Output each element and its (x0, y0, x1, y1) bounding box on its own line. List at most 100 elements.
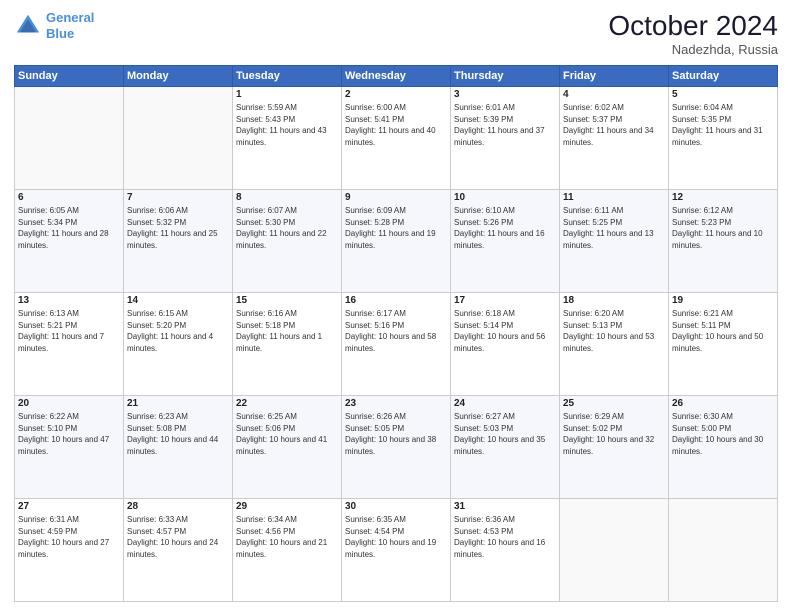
day-number: 7 (127, 192, 229, 203)
day-number: 10 (454, 192, 556, 203)
day-number: 12 (672, 192, 774, 203)
calendar-header-row: SundayMondayTuesdayWednesdayThursdayFrid… (15, 66, 778, 87)
day-number: 25 (563, 398, 665, 409)
logo-text: General Blue (46, 10, 94, 41)
day-info: Sunrise: 6:09 AM Sunset: 5:28 PM Dayligh… (345, 205, 447, 251)
day-info: Sunrise: 6:05 AM Sunset: 5:34 PM Dayligh… (18, 205, 120, 251)
page: General Blue October 2024 Nadezhda, Russ… (0, 0, 792, 612)
day-info: Sunrise: 6:36 AM Sunset: 4:53 PM Dayligh… (454, 514, 556, 560)
calendar-cell: 28 Sunrise: 6:33 AM Sunset: 4:57 PM Dayli… (124, 499, 233, 602)
calendar-cell: 1 Sunrise: 5:59 AM Sunset: 5:43 PM Daylig… (233, 87, 342, 190)
day-info: Sunrise: 6:22 AM Sunset: 5:10 PM Dayligh… (18, 411, 120, 457)
day-info: Sunrise: 6:16 AM Sunset: 5:18 PM Dayligh… (236, 308, 338, 354)
day-info: Sunrise: 6:15 AM Sunset: 5:20 PM Dayligh… (127, 308, 229, 354)
calendar-cell (669, 499, 778, 602)
calendar-table: SundayMondayTuesdayWednesdayThursdayFrid… (14, 65, 778, 602)
calendar-cell: 6Sunrise: 6:05 AM Sunset: 5:34 PM Daylig… (15, 190, 124, 293)
calendar-cell: 9 Sunrise: 6:09 AM Sunset: 5:28 PM Daylig… (342, 190, 451, 293)
day-number: 27 (18, 501, 120, 512)
day-info: Sunrise: 6:34 AM Sunset: 4:56 PM Dayligh… (236, 514, 338, 560)
logo-line2: Blue (46, 26, 74, 41)
day-info: Sunrise: 6:33 AM Sunset: 4:57 PM Dayligh… (127, 514, 229, 560)
calendar-cell: 7Sunrise: 6:06 AM Sunset: 5:32 PM Daylig… (124, 190, 233, 293)
calendar-cell: 12Sunrise: 6:12 AM Sunset: 5:23 PM Dayli… (669, 190, 778, 293)
calendar-cell: 19Sunrise: 6:21 AM Sunset: 5:11 PM Dayli… (669, 293, 778, 396)
calendar-cell: 20 Sunrise: 6:22 AM Sunset: 5:10 PM Dayli… (15, 396, 124, 499)
day-number: 24 (454, 398, 556, 409)
day-info: Sunrise: 6:25 AM Sunset: 5:06 PM Dayligh… (236, 411, 338, 457)
header: General Blue October 2024 Nadezhda, Russ… (14, 10, 778, 57)
calendar-cell: 21 Sunrise: 6:23 AM Sunset: 5:08 PM Dayli… (124, 396, 233, 499)
calendar-cell (560, 499, 669, 602)
calendar-cell: 26 Sunrise: 6:30 AM Sunset: 5:00 PM Dayli… (669, 396, 778, 499)
day-info: Sunrise: 6:29 AM Sunset: 5:02 PM Dayligh… (563, 411, 665, 457)
calendar-header-friday: Friday (560, 66, 669, 87)
day-number: 22 (236, 398, 338, 409)
calendar-cell: 10 Sunrise: 6:10 AM Sunset: 5:26 PM Dayli… (451, 190, 560, 293)
day-number: 20 (18, 398, 120, 409)
calendar-week-row: 20 Sunrise: 6:22 AM Sunset: 5:10 PM Dayli… (15, 396, 778, 499)
calendar-cell: 8 Sunrise: 6:07 AM Sunset: 5:30 PM Daylig… (233, 190, 342, 293)
day-info: Sunrise: 6:07 AM Sunset: 5:30 PM Dayligh… (236, 205, 338, 251)
calendar-cell: 4Sunrise: 6:02 AM Sunset: 5:37 PM Daylig… (560, 87, 669, 190)
day-info: Sunrise: 6:23 AM Sunset: 5:08 PM Dayligh… (127, 411, 229, 457)
calendar-header-wednesday: Wednesday (342, 66, 451, 87)
calendar-header-saturday: Saturday (669, 66, 778, 87)
day-info: Sunrise: 6:26 AM Sunset: 5:05 PM Dayligh… (345, 411, 447, 457)
location: Nadezhda, Russia (608, 42, 778, 57)
calendar-cell: 30Sunrise: 6:35 AM Sunset: 4:54 PM Dayli… (342, 499, 451, 602)
calendar-cell: 11Sunrise: 6:11 AM Sunset: 5:25 PM Dayli… (560, 190, 669, 293)
day-number: 18 (563, 295, 665, 306)
day-number: 17 (454, 295, 556, 306)
calendar-header-sunday: Sunday (15, 66, 124, 87)
day-info: Sunrise: 6:11 AM Sunset: 5:25 PM Dayligh… (563, 205, 665, 251)
day-info: Sunrise: 6:31 AM Sunset: 4:59 PM Dayligh… (18, 514, 120, 560)
day-number: 26 (672, 398, 774, 409)
calendar-header-thursday: Thursday (451, 66, 560, 87)
day-number: 3 (454, 89, 556, 100)
day-info: Sunrise: 6:35 AM Sunset: 4:54 PM Dayligh… (345, 514, 447, 560)
day-info: Sunrise: 5:59 AM Sunset: 5:43 PM Dayligh… (236, 102, 338, 148)
day-number: 28 (127, 501, 229, 512)
day-number: 16 (345, 295, 447, 306)
day-number: 2 (345, 89, 447, 100)
calendar-cell: 25 Sunrise: 6:29 AM Sunset: 5:02 PM Dayli… (560, 396, 669, 499)
calendar-week-row: 1 Sunrise: 5:59 AM Sunset: 5:43 PM Daylig… (15, 87, 778, 190)
day-info: Sunrise: 6:00 AM Sunset: 5:41 PM Dayligh… (345, 102, 447, 148)
calendar-cell: 22 Sunrise: 6:25 AM Sunset: 5:06 PM Dayli… (233, 396, 342, 499)
day-info: Sunrise: 6:13 AM Sunset: 5:21 PM Dayligh… (18, 308, 120, 354)
calendar-cell: 27 Sunrise: 6:31 AM Sunset: 4:59 PM Dayli… (15, 499, 124, 602)
day-number: 8 (236, 192, 338, 203)
title-block: October 2024 Nadezhda, Russia (608, 10, 778, 57)
calendar-cell: 24 Sunrise: 6:27 AM Sunset: 5:03 PM Dayli… (451, 396, 560, 499)
day-info: Sunrise: 6:27 AM Sunset: 5:03 PM Dayligh… (454, 411, 556, 457)
calendar-cell: 3 Sunrise: 6:01 AM Sunset: 5:39 PM Daylig… (451, 87, 560, 190)
calendar-header-monday: Monday (124, 66, 233, 87)
calendar-cell: 18Sunrise: 6:20 AM Sunset: 5:13 PM Dayli… (560, 293, 669, 396)
day-number: 23 (345, 398, 447, 409)
calendar-cell: 2 Sunrise: 6:00 AM Sunset: 5:41 PM Daylig… (342, 87, 451, 190)
logo-icon (14, 12, 42, 40)
day-number: 4 (563, 89, 665, 100)
logo-line1: General (46, 10, 94, 25)
day-info: Sunrise: 6:04 AM Sunset: 5:35 PM Dayligh… (672, 102, 774, 148)
day-info: Sunrise: 6:17 AM Sunset: 5:16 PM Dayligh… (345, 308, 447, 354)
calendar-header-tuesday: Tuesday (233, 66, 342, 87)
day-number: 21 (127, 398, 229, 409)
calendar-week-row: 6Sunrise: 6:05 AM Sunset: 5:34 PM Daylig… (15, 190, 778, 293)
day-info: Sunrise: 6:01 AM Sunset: 5:39 PM Dayligh… (454, 102, 556, 148)
day-info: Sunrise: 6:10 AM Sunset: 5:26 PM Dayligh… (454, 205, 556, 251)
logo: General Blue (14, 10, 94, 41)
calendar-cell: 13Sunrise: 6:13 AM Sunset: 5:21 PM Dayli… (15, 293, 124, 396)
day-number: 9 (345, 192, 447, 203)
calendar-week-row: 27 Sunrise: 6:31 AM Sunset: 4:59 PM Dayli… (15, 499, 778, 602)
calendar-cell: 17Sunrise: 6:18 AM Sunset: 5:14 PM Dayli… (451, 293, 560, 396)
day-number: 19 (672, 295, 774, 306)
day-number: 5 (672, 89, 774, 100)
day-number: 1 (236, 89, 338, 100)
month-title: October 2024 (608, 10, 778, 42)
calendar-cell (15, 87, 124, 190)
day-number: 14 (127, 295, 229, 306)
day-info: Sunrise: 6:30 AM Sunset: 5:00 PM Dayligh… (672, 411, 774, 457)
calendar-cell: 15Sunrise: 6:16 AM Sunset: 5:18 PM Dayli… (233, 293, 342, 396)
